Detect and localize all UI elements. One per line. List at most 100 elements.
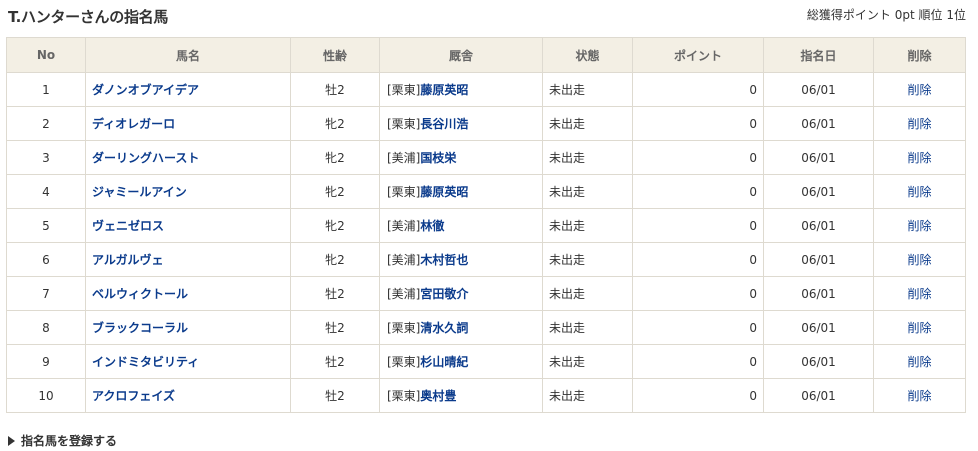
sex-age-cell: 牝2 [290,140,380,175]
status-cell: 未出走 [542,242,633,277]
column-header-delete: 削除 [873,37,966,73]
row-no: 10 [6,378,86,413]
column-header-stable: 厩舎 [379,37,543,73]
stable-cell: [栗東]藤原英昭 [379,72,543,107]
stable-region: [栗東] [387,83,421,97]
row-no: 5 [6,208,86,243]
row-no: 8 [6,310,86,345]
trainer-link[interactable]: 林徹 [420,219,444,233]
status-cell: 未出走 [542,140,633,175]
page-header: T.ハンターさんの指名馬 総獲得ポイント 0pt 順位 1位 [8,0,966,32]
trainer-link[interactable]: 藤原英昭 [420,83,468,97]
sex-age-cell: 牝2 [290,174,380,209]
stable-region: [美浦] [387,253,421,267]
status-cell: 未出走 [542,106,633,141]
stable-region: [栗東] [387,389,421,403]
horse-name-link[interactable]: アルガルヴェ [92,253,164,267]
nominated-horses-table: No 馬名 性齢 厩舎 状態 ポイント 指名日 削除 1 ダノンオブアイデア 牡2[… [6,37,966,413]
delete-link[interactable]: 削除 [907,355,931,369]
horse-name-cell: インドミタビリティ [85,344,291,379]
delete-cell: 削除 [873,72,966,107]
status-cell: 未出走 [542,208,633,243]
page-title: T.ハンターさんの指名馬 [8,8,169,26]
delete-link[interactable]: 削除 [907,117,931,131]
row-no: 7 [6,276,86,311]
sex-age-cell: 牡2 [290,276,380,311]
delete-cell: 削除 [873,106,966,141]
trainer-link[interactable]: 藤原英昭 [420,185,468,199]
table-header-row: No 馬名 性齢 厩舎 状態 ポイント 指名日 削除 [6,37,966,73]
horse-name-cell: ジャミールアイン [85,174,291,209]
total-points-value: 0pt [894,8,915,22]
date-cell: 06/01 [763,276,874,311]
table-row: 5 ヴェニゼロス 牝2 [美浦]林徹 未出走 0 06/01 削除 [6,208,966,243]
column-header-date: 指名日 [763,37,874,73]
table-row: 4 ジャミールアイン 牝2 [栗東]藤原英昭 未出走 0 06/01 削除 [6,174,966,209]
column-header-no: No [6,37,86,73]
sex-age-cell: 牝2 [290,106,380,141]
status-cell: 未出走 [542,276,633,311]
delete-link[interactable]: 削除 [907,83,931,97]
horse-name-link[interactable]: ジャミールアイン [92,185,187,199]
horse-name-link[interactable]: ブラックコーラル [92,321,188,335]
horse-name-link[interactable]: ダノンオブアイデア [92,83,199,97]
delete-link[interactable]: 削除 [907,151,931,165]
trainer-link[interactable]: 長谷川浩 [420,117,468,131]
delete-link[interactable]: 削除 [907,321,931,335]
rank-value: 1位 [946,8,966,22]
points-cell: 0 [632,106,764,141]
date-cell: 06/01 [763,242,874,277]
points-cell: 0 [632,276,764,311]
column-header-sex-age: 性齢 [290,37,380,73]
triangle-right-icon [8,436,15,446]
horse-name-cell: ブラックコーラル [85,310,291,345]
date-cell: 06/01 [763,208,874,243]
delete-cell: 削除 [873,344,966,379]
trainer-link[interactable]: 国枝栄 [420,151,456,165]
sex-age-cell: 牝2 [290,208,380,243]
horse-name-cell: アクロフェイズ [85,378,291,413]
horse-name-link[interactable]: アクロフェイズ [92,389,175,403]
stable-cell: [栗東]清水久詞 [379,310,543,345]
trainer-link[interactable]: 奥村豊 [420,389,456,403]
horse-name-cell: ヴェニゼロス [85,208,291,243]
date-cell: 06/01 [763,344,874,379]
delete-link[interactable]: 削除 [907,219,931,233]
delete-link[interactable]: 削除 [907,389,931,403]
horse-name-link[interactable]: ヴェニゼロス [92,219,164,233]
trainer-link[interactable]: 杉山晴紀 [420,355,468,369]
column-header-points: ポイント [632,37,764,73]
horse-name-link[interactable]: ベルウィクトール [92,287,188,301]
horse-name-link[interactable]: ディオレガーロ [92,117,175,131]
delete-link[interactable]: 削除 [907,253,931,267]
date-cell: 06/01 [763,310,874,345]
horse-name-link[interactable]: インドミタビリティ [92,355,199,369]
trainer-link[interactable]: 宮田敬介 [420,287,468,301]
delete-cell: 削除 [873,208,966,243]
delete-link[interactable]: 削除 [907,287,931,301]
points-cell: 0 [632,72,764,107]
point-summary: 総獲得ポイント 0pt 順位 1位 [807,6,966,23]
table-row: 10 アクロフェイズ 牡2 [栗東]奥村豊 未出走 0 06/01 削除 [6,378,966,413]
table-row: 6 アルガルヴェ 牝2 [美浦]木村哲也 未出走 0 06/01 削除 [6,242,966,277]
points-cell: 0 [632,174,764,209]
points-cell: 0 [632,208,764,243]
stable-cell: [栗東]奥村豊 [379,378,543,413]
trainer-link[interactable]: 清水久詞 [420,321,468,335]
horse-name-link[interactable]: ダーリングハースト [92,151,199,165]
points-cell: 0 [632,310,764,345]
register-horse-link[interactable]: 指名馬を登録する [8,432,117,449]
stable-region: [栗東] [387,321,421,335]
status-cell: 未出走 [542,344,633,379]
horse-name-cell: ディオレガーロ [85,106,291,141]
column-header-name: 馬名 [85,37,291,73]
register-horse-label: 指名馬を登録する [21,434,118,448]
sex-age-cell: 牡2 [290,344,380,379]
date-cell: 06/01 [763,106,874,141]
delete-link[interactable]: 削除 [907,185,931,199]
delete-cell: 削除 [873,242,966,277]
table-row: 8 ブラックコーラル 牡2 [栗東]清水久詞 未出走 0 06/01 削除 [6,310,966,345]
delete-cell: 削除 [873,174,966,209]
trainer-link[interactable]: 木村哲也 [420,253,468,267]
stable-cell: [美浦]国枝栄 [379,140,543,175]
